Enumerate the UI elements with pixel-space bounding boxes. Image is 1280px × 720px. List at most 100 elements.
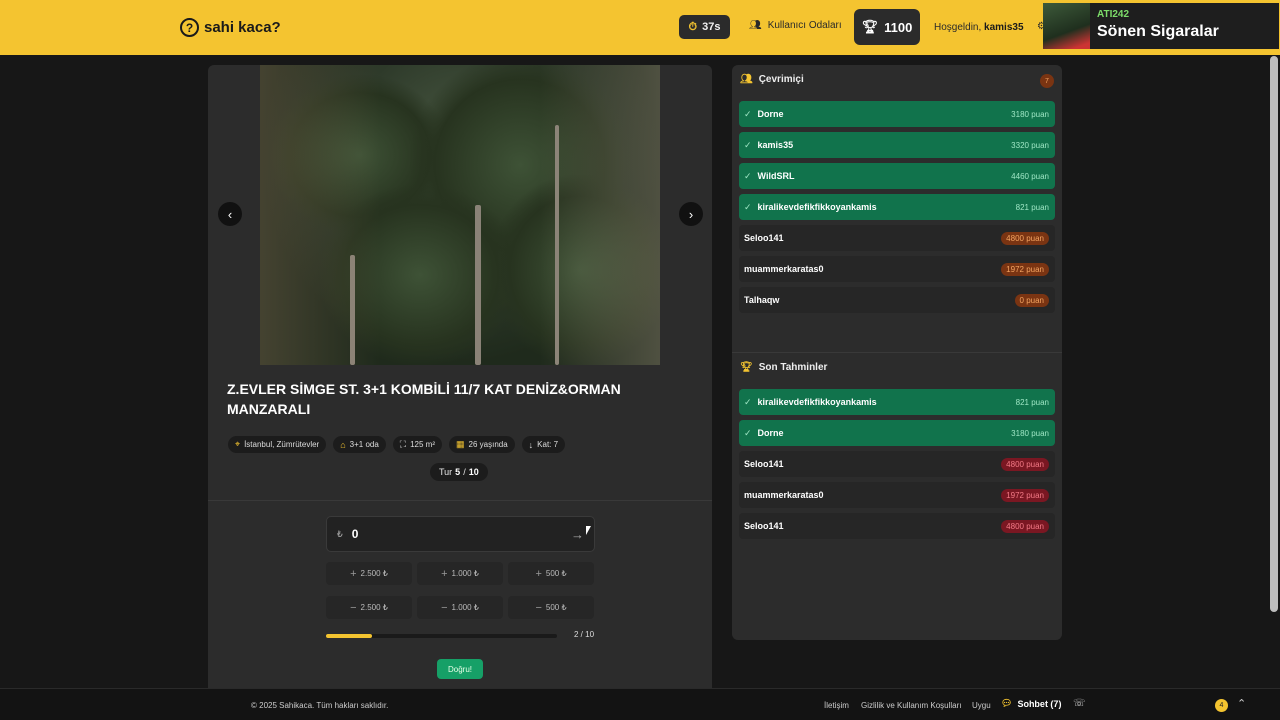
next-photo-button[interactable]: › — [679, 202, 703, 226]
arrow-right-icon[interactable]: → — [571, 527, 584, 542]
plus-2500-button[interactable]: +2.500 ₺ — [326, 562, 412, 585]
player-points: 4460 puan — [1011, 171, 1049, 181]
minus-500-button[interactable]: −500 ₺ — [508, 596, 594, 619]
round-total: 10 — [468, 467, 479, 477]
mouse-cursor — [586, 526, 591, 535]
price-value[interactable]: 0 — [352, 527, 359, 541]
player-points: 4800 puan — [1001, 457, 1049, 471]
score-badge[interactable]: 🏆︎ 1100 — [854, 9, 920, 45]
player-row[interactable]: ✓ kamis35 3320 puan — [739, 132, 1055, 158]
location-chip: ⌖ İstanbul, Zümrütevler — [228, 436, 327, 453]
area-chip: ⛶ 125 m² — [392, 436, 443, 453]
player-row[interactable]: Talhaqw 0 puan — [739, 287, 1055, 313]
player-name: Seloo141 — [744, 521, 784, 531]
chip-label: Kat: 7 — [537, 440, 559, 449]
top-header: ? sahi kaca? ⏱ 37s 👥︎ Kullanıcı Odaları … — [0, 0, 1280, 55]
chevron-right-icon: › — [688, 206, 694, 222]
price-input[interactable]: ₺ 0 → — [326, 516, 595, 552]
check-icon: ✓ — [744, 201, 752, 212]
player-row[interactable]: Seloo141 4800 puan — [739, 225, 1055, 251]
divider — [732, 352, 1062, 353]
player-row[interactable]: Seloo141 4800 puan — [739, 451, 1055, 477]
round-label: Tur — [439, 467, 453, 477]
player-row[interactable]: Seloo141 4800 puan — [739, 513, 1055, 539]
minus-2500-button[interactable]: −2.500 ₺ — [326, 596, 412, 619]
plus-icon: + — [441, 567, 448, 580]
logo-text: sahi kaca? — [204, 19, 281, 36]
username: kamis35 — [984, 22, 1024, 33]
players-panel: 👥︎ Çevrimiçi 7 ✓ Dorne 3180 puan ✓ kamis35 33… — [732, 65, 1062, 640]
player-points: 1972 puan — [1001, 488, 1049, 502]
logo[interactable]: ? sahi kaca? — [180, 18, 281, 37]
welcome-prefix: Hoşgeldin, — [934, 22, 982, 33]
button-label: 2.500 ₺ — [360, 603, 388, 612]
button-label: 500 ₺ — [545, 569, 567, 578]
copyright-text: © 2025 Sahikaca. Tüm hakları saklıdır. — [251, 701, 389, 710]
score-value: 1100 — [884, 19, 913, 35]
plus-icon: + — [350, 567, 357, 580]
player-name: muammerkaratas0 — [744, 264, 824, 274]
user-rooms-link[interactable]: 👥︎ Kullanıcı Odaları — [749, 20, 842, 31]
prev-photo-button[interactable]: ‹ — [218, 202, 242, 226]
player-row[interactable]: ✓ kiralikevdefikfikkoyankamis 821 puan — [739, 389, 1055, 415]
chat-label: Sohbet (7) — [1017, 698, 1062, 709]
currency-symbol: ₺ — [337, 528, 343, 539]
player-name: kiralikevdefikfikkoyankamis — [757, 397, 877, 407]
chevron-left-icon: ‹ — [227, 206, 233, 222]
player-row[interactable]: ✓ Dorne 3180 puan — [739, 101, 1055, 127]
player-name: kamis35 — [757, 140, 794, 150]
notification-title: ATI242 — [1097, 9, 1130, 20]
check-icon: ✓ — [744, 396, 752, 407]
timer-value: 37s — [702, 21, 721, 33]
footer: © 2025 Sahikaca. Tüm hakları saklıdır. İ… — [0, 688, 1280, 720]
rooms-chip: ⌂ 3+1 oda — [333, 436, 386, 453]
player-name: Dorne — [757, 428, 784, 438]
player-points: 0 puan — [1014, 293, 1049, 307]
listing-panel: ‹ › Z.EVLER SİMGE ST. 3+1 KOMBİLİ 11/7 K… — [208, 65, 712, 688]
player-points: 4800 puan — [1001, 231, 1049, 245]
chip-label: 125 m² — [410, 440, 436, 449]
round-current: 5 — [455, 467, 461, 477]
online-count-badge: 7 — [1040, 74, 1054, 88]
round-sep: / — [463, 467, 466, 477]
app-link[interactable]: Uygu — [972, 701, 991, 710]
stopwatch-icon: ⏱ — [688, 20, 698, 33]
question-icon: ? — [180, 18, 199, 37]
divider — [208, 500, 712, 501]
plus-icon: + — [535, 567, 542, 580]
minus-icon: − — [535, 601, 542, 614]
minus-1000-button[interactable]: −1.000 ₺ — [417, 596, 503, 619]
progress-fill — [326, 634, 373, 638]
users-icon: 👥︎ — [749, 20, 762, 31]
player-name: Dorne — [757, 109, 784, 119]
player-row[interactable]: ✓ Dorne 3180 puan — [739, 420, 1055, 446]
round-indicator: Tur 5 / 10 — [430, 463, 488, 481]
plus-1000-button[interactable]: +1.000 ₺ — [417, 562, 503, 585]
player-row[interactable]: ✓ WildSRL 4460 puan — [739, 163, 1055, 189]
plus-500-button[interactable]: +500 ₺ — [508, 562, 594, 585]
age-chip: ▦ 26 yaşında — [449, 436, 515, 453]
player-row[interactable]: muammerkaratas0 1972 puan — [739, 482, 1055, 508]
music-notification[interactable]: ATI242 Sönen Sigaralar — [1043, 3, 1279, 49]
building-icon: ▦ — [456, 439, 465, 449]
users-icon: 👥︎ — [740, 74, 753, 85]
listing-title: Z.EVLER SİMGE ST. 3+1 KOMBİLİ 11/7 KAT D… — [227, 381, 621, 417]
notification-badge[interactable]: 4 — [1215, 699, 1228, 712]
player-points: 3180 puan — [1011, 428, 1049, 438]
contact-link[interactable]: İletişim — [824, 701, 849, 710]
listing-details: ⌖ İstanbul, Zümrütevler ⌂ 3+1 oda ⛶ 125 m² … — [228, 436, 566, 453]
chevron-up-icon[interactable]: ⌃ — [1237, 697, 1246, 710]
privacy-terms-link[interactable]: Gizlilik ve Kullanım Koşulları — [861, 701, 961, 710]
player-row[interactable]: ✓ kiralikevdefikfikkoyankamis 821 puan — [739, 194, 1055, 220]
page-scrollbar[interactable] — [1270, 56, 1278, 612]
player-points: 821 puan — [1015, 202, 1049, 212]
player-name: Seloo141 — [744, 233, 784, 243]
player-row[interactable]: muammerkaratas0 1972 puan — [739, 256, 1055, 282]
button-label: 1.000 ₺ — [451, 569, 479, 578]
chip-label: İstanbul, Zümrütevler — [244, 440, 320, 449]
player-name: Seloo141 — [744, 459, 784, 469]
phone-icon[interactable]: ☏ — [1073, 698, 1086, 709]
trophy-icon: 🏆︎ — [740, 362, 753, 373]
recent-guesses-header: 🏆︎ Son Tahminler — [740, 362, 827, 373]
chat-button[interactable]: 💬︎ Sohbet (7) — [1001, 698, 1061, 709]
